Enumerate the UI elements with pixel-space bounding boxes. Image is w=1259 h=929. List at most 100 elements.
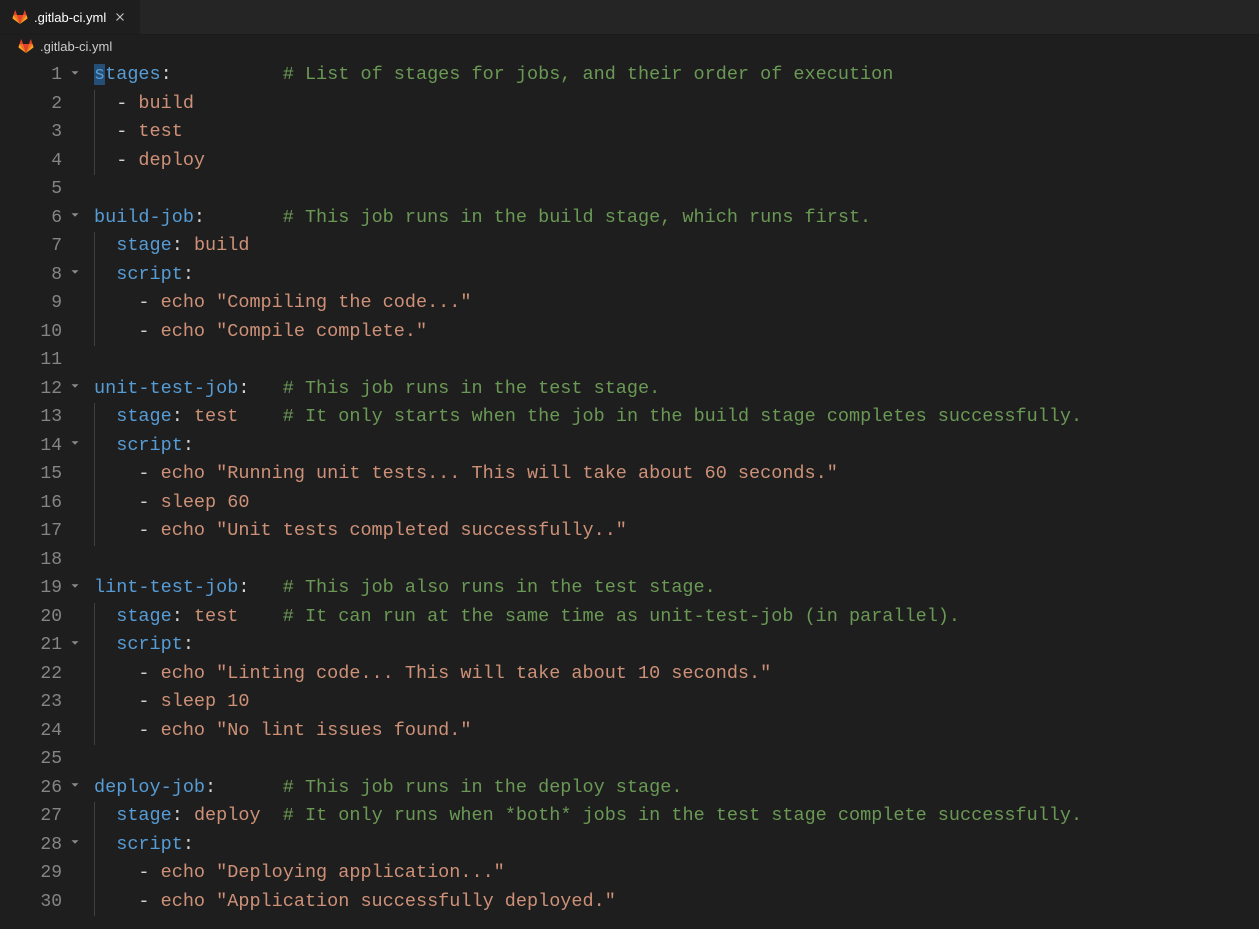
line-number: 4 xyxy=(0,147,68,176)
tab-bar: .gitlab-ci.yml xyxy=(0,0,1259,35)
code-token: echo "Linting code... This will take abo… xyxy=(161,663,772,684)
code-token xyxy=(94,805,116,826)
fold-marker xyxy=(68,546,94,575)
code-line[interactable] xyxy=(94,346,1259,375)
code-token: : xyxy=(172,235,194,256)
code-line[interactable]: stage: deploy # It only runs when *both*… xyxy=(94,802,1259,831)
fold-marker xyxy=(68,888,94,917)
gitlab-icon xyxy=(12,9,28,25)
code-line[interactable]: stage: test # It can run at the same tim… xyxy=(94,603,1259,632)
chevron-down-icon[interactable] xyxy=(68,66,82,85)
code-line[interactable]: - echo "Compile complete." xyxy=(94,318,1259,347)
code-line[interactable]: script: xyxy=(94,831,1259,860)
code-line[interactable] xyxy=(94,175,1259,204)
code-line[interactable]: - echo "Deploying application..." xyxy=(94,859,1259,888)
fold-marker[interactable] xyxy=(68,204,94,233)
line-number: 7 xyxy=(0,232,68,261)
code-line[interactable]: stage: test # It only starts when the jo… xyxy=(94,403,1259,432)
code-token: deploy xyxy=(138,150,205,171)
code-token xyxy=(238,606,282,627)
code-line[interactable]: - sleep 60 xyxy=(94,489,1259,518)
breadcrumb[interactable]: .gitlab-ci.yml xyxy=(18,38,112,54)
code-line[interactable]: stages: # List of stages for jobs, and t… xyxy=(94,61,1259,90)
code-token xyxy=(94,264,116,285)
breadcrumb-label: .gitlab-ci.yml xyxy=(40,39,112,54)
code-line[interactable]: - test xyxy=(94,118,1259,147)
chevron-down-icon[interactable] xyxy=(68,778,82,797)
editor[interactable]: 1234567891011121314151617181920212223242… xyxy=(0,57,1259,929)
chevron-down-icon[interactable] xyxy=(68,265,82,284)
line-number: 3 xyxy=(0,118,68,147)
code-line[interactable]: lint-test-job: # This job also runs in t… xyxy=(94,574,1259,603)
fold-marker xyxy=(68,232,94,261)
code-token: - xyxy=(94,891,161,912)
code-token: build-job xyxy=(94,207,194,228)
line-number: 9 xyxy=(0,289,68,318)
line-number: 16 xyxy=(0,489,68,518)
chevron-down-icon[interactable] xyxy=(68,636,82,655)
line-number: 22 xyxy=(0,660,68,689)
chevron-down-icon[interactable] xyxy=(68,579,82,598)
fold-marker xyxy=(68,688,94,717)
code-line[interactable]: - deploy xyxy=(94,147,1259,176)
code-token xyxy=(94,435,116,456)
line-number: 23 xyxy=(0,688,68,717)
code-token: - xyxy=(94,691,161,712)
fold-marker xyxy=(68,517,94,546)
code-area[interactable]: stages: # List of stages for jobs, and t… xyxy=(94,57,1259,929)
fold-marker[interactable] xyxy=(68,631,94,660)
fold-marker[interactable] xyxy=(68,375,94,404)
code-line[interactable]: - echo "Application successfully deploye… xyxy=(94,888,1259,917)
chevron-down-icon[interactable] xyxy=(68,208,82,227)
code-token: build xyxy=(194,235,250,256)
code-line[interactable]: deploy-job: # This job runs in the deplo… xyxy=(94,774,1259,803)
code-token: echo "Running unit tests... This will ta… xyxy=(161,463,838,484)
fold-marker[interactable] xyxy=(68,574,94,603)
fold-marker[interactable] xyxy=(68,831,94,860)
code-token: # This job runs in the deploy stage. xyxy=(283,777,683,798)
fold-marker xyxy=(68,289,94,318)
code-token: stage xyxy=(116,406,172,427)
code-line[interactable]: - echo "Unit tests completed successfull… xyxy=(94,517,1259,546)
line-number: 1 xyxy=(0,61,68,90)
editor-tab[interactable]: .gitlab-ci.yml xyxy=(0,0,141,34)
fold-marker[interactable] xyxy=(68,261,94,290)
code-token: deploy xyxy=(194,805,261,826)
code-line[interactable]: unit-test-job: # This job runs in the te… xyxy=(94,375,1259,404)
close-icon[interactable] xyxy=(112,9,128,25)
chevron-down-icon[interactable] xyxy=(68,835,82,854)
chevron-down-icon[interactable] xyxy=(68,436,82,455)
line-number: 18 xyxy=(0,546,68,575)
chevron-down-icon[interactable] xyxy=(68,379,82,398)
code-line[interactable]: - build xyxy=(94,90,1259,119)
code-line[interactable]: - echo "No lint issues found." xyxy=(94,717,1259,746)
code-line[interactable]: - echo "Running unit tests... This will … xyxy=(94,460,1259,489)
code-line[interactable]: build-job: # This job runs in the build … xyxy=(94,204,1259,233)
code-line[interactable]: stage: build xyxy=(94,232,1259,261)
line-number: 29 xyxy=(0,859,68,888)
breadcrumb-bar: .gitlab-ci.yml xyxy=(0,35,1259,57)
code-token: test xyxy=(194,606,238,627)
fold-marker xyxy=(68,745,94,774)
code-token: - xyxy=(94,121,138,142)
line-number: 12 xyxy=(0,375,68,404)
code-token: echo "Application successfully deployed.… xyxy=(161,891,616,912)
code-line[interactable] xyxy=(94,745,1259,774)
code-line[interactable]: script: xyxy=(94,631,1259,660)
code-line[interactable]: script: xyxy=(94,261,1259,290)
code-line[interactable]: script: xyxy=(94,432,1259,461)
code-token: - xyxy=(94,292,161,313)
code-token: test xyxy=(138,121,182,142)
code-line[interactable]: - sleep 10 xyxy=(94,688,1259,717)
code-line[interactable]: - echo "Compiling the code..." xyxy=(94,289,1259,318)
code-line[interactable]: - echo "Linting code... This will take a… xyxy=(94,660,1259,689)
fold-marker[interactable] xyxy=(68,774,94,803)
code-token: echo "Compile complete." xyxy=(161,321,427,342)
gitlab-icon xyxy=(18,38,34,54)
fold-marker[interactable] xyxy=(68,61,94,90)
line-number: 6 xyxy=(0,204,68,233)
code-line[interactable] xyxy=(94,546,1259,575)
fold-marker xyxy=(68,147,94,176)
line-number: 10 xyxy=(0,318,68,347)
fold-marker[interactable] xyxy=(68,432,94,461)
